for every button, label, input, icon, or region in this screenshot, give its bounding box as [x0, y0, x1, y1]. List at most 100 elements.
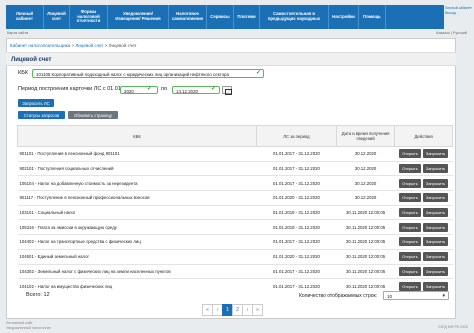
- request-button[interactable]: Запросить: [422, 193, 449, 203]
- rows-per-page-label: Количество отображаемых строк:: [299, 293, 378, 299]
- kbk-cell: 104402 - Налог на транспортные средства …: [17, 234, 257, 250]
- footer-copyright: ©КГД МФ РК 2020: [437, 325, 468, 329]
- request-ls-button[interactable]: Запросить ЛС: [18, 99, 54, 107]
- footer-left: Легальный сайт Уведомленный налогоплат: [6, 321, 51, 330]
- nav-item[interactable]: Лицевой счет: [44, 5, 70, 29]
- datetime-cell: 30.12.2020: [336, 160, 395, 176]
- open-button[interactable]: Открыть: [399, 237, 421, 247]
- nav-item[interactable]: Настройки: [329, 5, 359, 29]
- pagination: « ‹ 1 2 › »: [202, 304, 263, 316]
- request-button[interactable]: Запросить: [422, 266, 449, 276]
- kbk-cell: 104302 - Земельный налог с физических ли…: [17, 263, 257, 279]
- period-cell: 01.01.2020 - 31.12.2020: [256, 190, 337, 206]
- datetime-cell: 30.11.2020 12:00:05: [336, 219, 395, 235]
- kbk-cell: 103101 - Социальный налог: [17, 204, 257, 220]
- period-cell: 01.01.2020 - 31.12.2020: [256, 248, 337, 264]
- nav-item[interactable]: Налоговое самоиллиение: [169, 5, 207, 29]
- request-button[interactable]: Запросить: [422, 252, 449, 262]
- nav-item[interactable]: Самостоятельная в предыдущих наукадных: [260, 5, 329, 29]
- breadcrumb-link-cabinet[interactable]: Кабинет налогоплательщика: [10, 43, 70, 48]
- open-button[interactable]: Открыть: [399, 208, 421, 218]
- actions-cell: Открыть Запросить: [394, 190, 453, 206]
- datetime-cell: 30.12.2020: [336, 146, 395, 162]
- rows-per-page-select[interactable]: 10: [383, 291, 449, 300]
- nav-item[interactable]: Личный кабинет: [6, 5, 44, 29]
- table-row: 103101 - Социальный налог 01.01.2019 - 31…: [17, 204, 453, 220]
- open-button[interactable]: Открыть: [399, 222, 421, 232]
- table-row: 901117 - Поступление в пенсионный профес…: [17, 190, 453, 206]
- nav-item[interactable]: Уведомления/ Извещения/ Решения: [108, 5, 169, 29]
- top-navigation: Личный кабинет Лицевой счет Формы налогово…: [6, 5, 444, 29]
- actions-cell: Открыть Запросить: [394, 248, 453, 264]
- open-button[interactable]: Открыть: [399, 149, 421, 159]
- datetime-cell: 30.12.2020: [336, 190, 395, 206]
- period-cell: 01.01.2017 - 31.12.2020: [256, 175, 337, 191]
- cabinet-link[interactable]: Личный кабинет: [445, 6, 473, 11]
- nav-item[interactable]: Формы налоговой отчетности: [70, 5, 108, 29]
- title-row: [6, 52, 456, 66]
- request-button[interactable]: Запросить: [422, 149, 449, 159]
- kbk-cell: 104102 - Налог на имущество физических л…: [17, 278, 257, 294]
- period-cell: 01.01.2019 - 31.12.2020: [256, 219, 337, 235]
- request-button[interactable]: Запросить: [422, 222, 449, 232]
- period-to-label: по: [161, 86, 168, 92]
- kbk-cell: 105104 - Налог на добавленную стоимость …: [17, 175, 257, 191]
- open-button[interactable]: Открыть: [399, 164, 421, 174]
- actions-cell: Открыть Запросить: [394, 160, 453, 176]
- table-row: 902101 - Поступления социальных отчислен…: [17, 160, 453, 176]
- actions-cell: Открыть Запросить: [394, 175, 453, 191]
- open-button[interactable]: Открыть: [399, 193, 421, 203]
- period-cell: 01.01.2017 - 31.12.2020: [256, 234, 337, 250]
- kbk-select[interactable]: 101105 Корпоративный подоходный налог с …: [32, 69, 264, 78]
- breadcrumb-current: Лицевой счет: [108, 43, 137, 48]
- nav-item[interactable]: Сервисы: [207, 5, 234, 29]
- col-actions-header: Действия: [394, 125, 453, 147]
- open-button[interactable]: Открыть: [399, 178, 421, 188]
- nav-item[interactable]: Платежи: [234, 5, 260, 29]
- calendar-icon[interactable]: [222, 86, 232, 95]
- col-kbk-header: КБК: [16, 125, 258, 147]
- check-icon: ✓: [211, 86, 217, 92]
- nav-item[interactable]: Помощь: [359, 5, 386, 29]
- request-button[interactable]: Запросить: [422, 237, 449, 247]
- period-cell: 01.01.2017 - 31.12.2020: [256, 160, 337, 176]
- table-row: 105316 - Плата за эмиссии в окружающую с…: [17, 219, 453, 235]
- col-datetime-header: Дата и время получения сведений: [335, 125, 396, 147]
- language-switch[interactable]: Казахск | Русский: [436, 31, 467, 35]
- logout-link[interactable]: Выход: [445, 11, 473, 16]
- site-map-link[interactable]: Карта сайта: [7, 31, 28, 35]
- datetime-cell: 30.11.2020 12:00:05: [336, 248, 395, 264]
- footer-line-2[interactable]: Уведомленный налогоплат: [6, 326, 51, 331]
- breadcrumb: Кабинет налогоплательщика > Лицевой счет…: [10, 43, 137, 48]
- table-row: 901101 - Поступления в пенсионный фонд 9…: [17, 146, 453, 162]
- year-select[interactable]: 2020: [120, 86, 158, 94]
- table-row: 104302 - Земельный налог с физических ли…: [17, 263, 453, 279]
- page-title: Лицевой счет: [11, 57, 52, 63]
- table-row: 104501 - Единый земельный налог 01.01.202…: [17, 248, 453, 264]
- actions-cell: Открыть Запросить: [394, 204, 453, 220]
- kbk-cell: 902101 - Поступления социальных отчислен…: [17, 160, 257, 176]
- request-button[interactable]: Запросить: [422, 208, 449, 218]
- period-label: Период построения карточки ЛС с 01.01.: [18, 86, 123, 92]
- last-page-button[interactable]: »: [252, 304, 263, 316]
- breadcrumb-link-account[interactable]: Лицевой счет: [75, 43, 103, 48]
- kbk-cell: 901101 - Поступления в пенсионный фонд 9…: [17, 146, 257, 162]
- table-row: 105104 - Налог на добавленную стоимость …: [17, 175, 453, 191]
- table-header-row: КБК ЛС за период Дата и время получения …: [16, 125, 453, 147]
- kbk-label: КБК: [18, 70, 29, 76]
- open-button[interactable]: Открыть: [399, 252, 421, 262]
- col-period-header: ЛС за период: [256, 125, 337, 147]
- request-status-button[interactable]: Статусы запросов: [18, 111, 65, 119]
- check-icon: ✓: [256, 70, 262, 76]
- period-cell: 01.01.2017 - 31.12.2020: [256, 263, 337, 279]
- datetime-cell: 30.11.2020 12:00:05: [336, 204, 395, 220]
- request-button[interactable]: Запросить: [422, 164, 449, 174]
- open-button[interactable]: Открыть: [399, 281, 421, 291]
- open-button[interactable]: Открыть: [399, 266, 421, 276]
- request-button[interactable]: Запросить: [422, 281, 449, 291]
- period-cell: 01.01.2017 - 31.12.2020: [256, 146, 337, 162]
- refresh-page-button[interactable]: Обновить страницу: [68, 111, 118, 119]
- request-button[interactable]: Запросить: [422, 178, 449, 188]
- user-links[interactable]: Личный кабинет Выход: [445, 6, 473, 15]
- datetime-cell: 30.11.2020 12:00:05: [336, 234, 395, 250]
